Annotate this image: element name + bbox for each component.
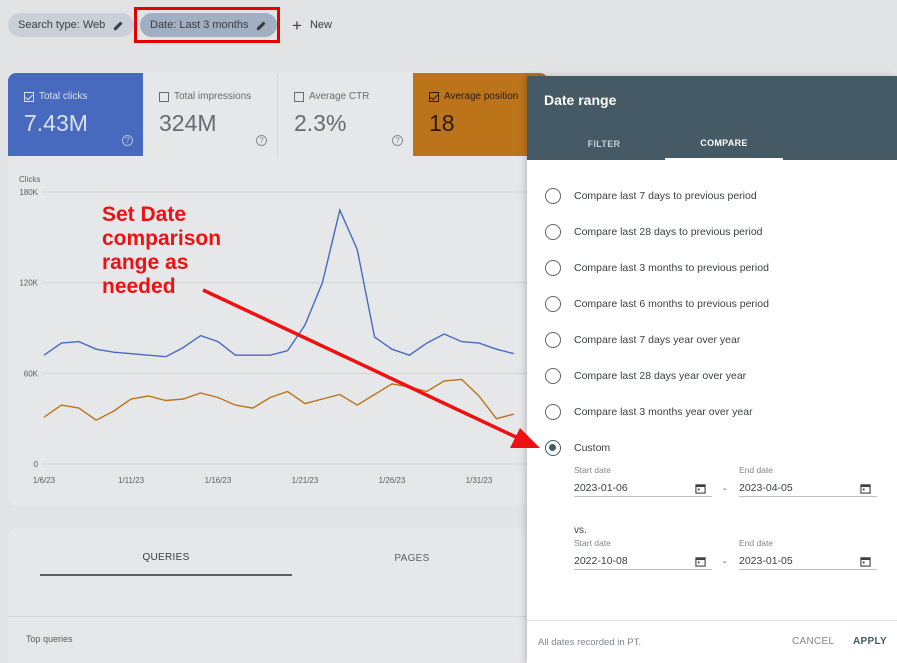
calendar-icon[interactable] [695, 556, 706, 567]
annotation-line: Set Date [102, 203, 187, 226]
radio-icon[interactable] [545, 404, 561, 420]
field-label: End date [739, 465, 774, 475]
field-value[interactable]: 2022-10-08 [574, 555, 628, 567]
compare-option-3m-yoy[interactable]: Compare last 3 months year over year [545, 402, 753, 422]
date-separator: - [723, 484, 727, 495]
option-label: Compare last 3 months to previous period [574, 262, 769, 274]
field-value[interactable]: 2023-04-05 [739, 482, 793, 494]
panel-header: Date range FILTER COMPARE [527, 76, 897, 160]
option-label: Compare last 3 months year over year [574, 406, 753, 418]
annotation-line: needed [102, 275, 176, 298]
radio-icon[interactable] [545, 368, 561, 384]
option-label: Custom [574, 442, 611, 454]
apply-button[interactable]: APPLY [853, 636, 887, 647]
compare-option-custom[interactable]: Custom [545, 438, 610, 458]
radio-icon[interactable] [545, 224, 561, 240]
range1-end-date-field[interactable]: End date 2023-04-05 [739, 465, 877, 497]
date-range-panel: Date range FILTER COMPARE Compare last 7… [527, 76, 897, 663]
radio-icon[interactable] [545, 296, 561, 312]
compare-option-7d-yoy[interactable]: Compare last 7 days year over year [545, 330, 740, 350]
radio-icon-selected[interactable] [545, 440, 561, 456]
field-label: End date [739, 538, 774, 548]
compare-option-3m-prev[interactable]: Compare last 3 months to previous period [545, 258, 769, 278]
vs-label: vs. [574, 525, 587, 536]
option-label: Compare last 28 days to previous period [574, 226, 763, 238]
field-label: Start date [574, 538, 611, 548]
compare-option-6m-prev[interactable]: Compare last 6 months to previous period [545, 294, 769, 314]
radio-icon[interactable] [545, 332, 561, 348]
tab-filter[interactable]: FILTER [545, 128, 663, 160]
calendar-icon[interactable] [695, 483, 706, 494]
range1-start-date-field[interactable]: Start date 2023-01-06 [574, 465, 712, 497]
panel-footer: All dates recorded in PT. CANCEL APPLY [527, 620, 897, 663]
option-label: Compare last 6 months to previous period [574, 298, 769, 310]
field-label: Start date [574, 465, 611, 475]
annotation-line: range as [102, 251, 189, 274]
radio-icon[interactable] [545, 188, 561, 204]
calendar-icon[interactable] [860, 556, 871, 567]
compare-option-28d-yoy[interactable]: Compare last 28 days year over year [545, 366, 746, 386]
timezone-note: All dates recorded in PT. [538, 637, 641, 648]
cancel-button[interactable]: CANCEL [792, 636, 834, 647]
field-value[interactable]: 2023-01-06 [574, 482, 628, 494]
option-label: Compare last 7 days to previous period [574, 190, 757, 202]
compare-option-28d-prev[interactable]: Compare last 28 days to previous period [545, 222, 763, 242]
range2-start-date-field[interactable]: Start date 2022-10-08 [574, 538, 712, 570]
radio-icon[interactable] [545, 260, 561, 276]
date-separator: - [723, 557, 727, 568]
range2-end-date-field[interactable]: End date 2023-01-05 [739, 538, 877, 570]
calendar-icon[interactable] [860, 483, 871, 494]
option-label: Compare last 7 days year over year [574, 334, 741, 346]
annotation-callout: Set Date comparison range as needed [102, 203, 302, 299]
field-value[interactable]: 2023-01-05 [739, 555, 793, 567]
compare-option-7d-prev[interactable]: Compare last 7 days to previous period [545, 186, 757, 206]
tab-compare[interactable]: COMPARE [665, 128, 783, 160]
panel-title: Date range [544, 92, 617, 108]
option-label: Compare last 28 days year over year [574, 370, 747, 382]
annotation-line: comparison [102, 227, 222, 250]
